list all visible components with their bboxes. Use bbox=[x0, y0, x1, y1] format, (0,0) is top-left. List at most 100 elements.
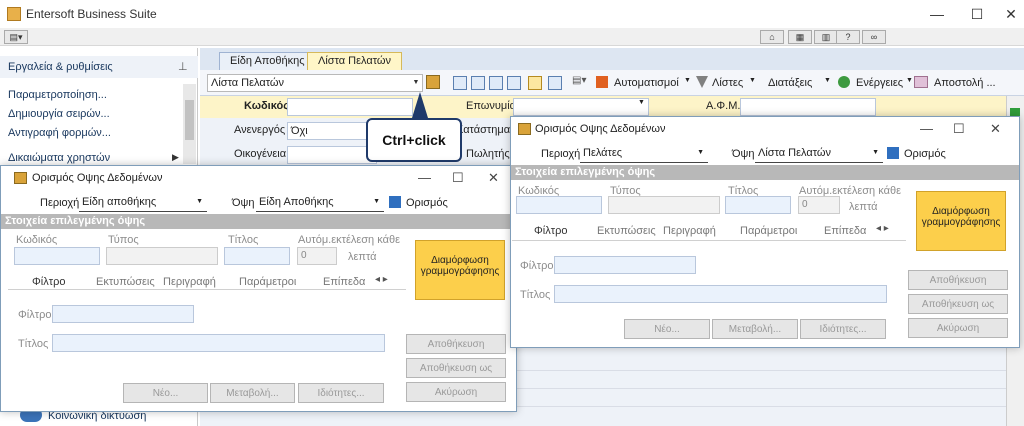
afm-field[interactable] bbox=[740, 98, 876, 116]
close-button[interactable]: ✕ bbox=[990, 121, 1001, 137]
toolbar-icon-1[interactable] bbox=[453, 76, 467, 90]
define-view-icon[interactable] bbox=[426, 75, 440, 89]
automations-menu[interactable]: Αυτοματισμοί bbox=[614, 77, 679, 89]
minimize-button[interactable]: — bbox=[922, 4, 952, 24]
view-select[interactable]: Λίστα Πελατών ▼ bbox=[207, 74, 423, 92]
grid-line bbox=[516, 406, 1006, 407]
tab-warehouse-items[interactable]: Είδη Αποθήκης bbox=[219, 52, 316, 70]
name-field[interactable] bbox=[513, 98, 649, 116]
save-button: Αποθήκευση bbox=[406, 334, 506, 354]
chevron-down-icon: ▼ bbox=[638, 99, 645, 106]
new-button: Νέο... bbox=[624, 319, 710, 339]
actions-icon bbox=[838, 76, 850, 88]
code-label: Κωδικός bbox=[16, 234, 58, 246]
filter-label: Φίλτρο bbox=[520, 260, 554, 272]
left-item-user-rights[interactable]: Δικαιώματα χρηστών bbox=[8, 152, 110, 164]
chevron-right-icon: ▶ bbox=[172, 152, 179, 162]
actions-menu[interactable]: Ενέργειες bbox=[856, 77, 903, 89]
name-label: Επωνυμία bbox=[466, 100, 517, 112]
tab-description: Περιγραφή bbox=[663, 225, 716, 237]
area-label: Περιοχή bbox=[40, 197, 80, 209]
window-layout-icon[interactable]: ▦ bbox=[788, 30, 812, 44]
toolbar-icon-2[interactable] bbox=[471, 76, 485, 90]
tab-underline bbox=[512, 240, 906, 241]
new-button: Νέο... bbox=[123, 383, 208, 403]
code-field[interactable] bbox=[287, 98, 413, 116]
title-field-label: Τίτλος bbox=[520, 289, 551, 301]
type-label: Τύπος bbox=[108, 234, 139, 246]
maximize-button[interactable]: ☐ bbox=[953, 121, 965, 137]
family-field[interactable] bbox=[287, 146, 377, 164]
maximize-button[interactable]: ☐ bbox=[962, 4, 992, 24]
title-text-field bbox=[554, 285, 887, 303]
pin-icon[interactable]: ⊥ bbox=[178, 60, 188, 73]
seller-label: Πωλητής bbox=[466, 148, 510, 160]
tab-customer-list[interactable]: Λίστα Πελατών bbox=[307, 52, 403, 70]
home-icon[interactable]: ⌂ bbox=[760, 30, 784, 44]
close-button[interactable]: ✕ bbox=[996, 4, 1024, 24]
tab-prints: Εκτυπώσεις bbox=[597, 225, 656, 237]
area-select[interactable]: Είδη αποθήκης ▼ bbox=[79, 194, 207, 212]
layouts-menu[interactable]: Διατάξεις bbox=[768, 77, 812, 89]
minimize-button[interactable]: — bbox=[418, 170, 431, 185]
code-field bbox=[14, 247, 100, 265]
area-select[interactable]: Πελάτες ▼ bbox=[580, 145, 708, 163]
grid-line bbox=[516, 370, 1006, 371]
inactive-field[interactable]: Όχι bbox=[287, 122, 377, 140]
send-menu[interactable]: Αποστολή ... bbox=[934, 77, 996, 89]
store-label: Κατάστημα bbox=[456, 124, 511, 136]
toolbar-icon-5[interactable] bbox=[528, 76, 542, 90]
title-label: Τίτλος bbox=[228, 234, 259, 246]
left-panel-scroll-thumb[interactable] bbox=[185, 100, 194, 140]
help-icon[interactable]: ? bbox=[836, 30, 860, 44]
chevron-down-icon: ▼ bbox=[824, 77, 831, 84]
format-layout-label: Διαμόρφωση γραμμογράφησης bbox=[420, 255, 500, 277]
format-layout-button: Διαμόρφωση γραμμογράφησης bbox=[415, 240, 505, 300]
view-label: Όψη bbox=[732, 148, 755, 160]
code-label: Κωδικός bbox=[244, 100, 289, 112]
close-button[interactable]: ✕ bbox=[488, 170, 499, 186]
tab-prints: Εκτυπώσεις bbox=[96, 276, 155, 288]
lists-menu[interactable]: Λίστες bbox=[712, 77, 743, 89]
title-text-field bbox=[52, 334, 385, 352]
minimize-button[interactable]: — bbox=[920, 121, 933, 136]
auto-exec-stepper: 0 bbox=[297, 247, 337, 265]
cancel-button: Ακύρωση bbox=[908, 318, 1008, 338]
filter-field bbox=[554, 256, 696, 274]
callout-pointer bbox=[412, 92, 428, 118]
left-panel-title: Εργαλεία & ρυθμίσεις bbox=[8, 61, 113, 73]
tab-scroll-icon: ◂ ▸ bbox=[876, 223, 889, 234]
chevron-down-icon: ▼ bbox=[373, 198, 380, 205]
filter-icon bbox=[696, 76, 708, 88]
dialog-title: Ορισμός Οψης Δεδομένων bbox=[535, 123, 666, 135]
book-icon[interactable]: ▥ bbox=[814, 30, 838, 44]
view-label: Όψη bbox=[232, 197, 255, 209]
tab-parameters: Παράμετροι bbox=[740, 225, 798, 237]
maximize-button[interactable]: ☐ bbox=[452, 170, 464, 186]
ctrl-click-callout: Ctrl+click bbox=[366, 118, 462, 162]
toolbar-icon-6[interactable] bbox=[548, 76, 562, 90]
tab-levels: Επίπεδα bbox=[824, 225, 867, 237]
link-icon[interactable]: ∞ bbox=[862, 30, 886, 44]
app-menu-button[interactable]: ▤▾ bbox=[4, 30, 28, 44]
filter-field bbox=[52, 305, 194, 323]
toolbar-icon-3[interactable] bbox=[489, 76, 503, 90]
toolbar-icon-4[interactable] bbox=[507, 76, 521, 90]
selected-view-section-header: Στοιχεία επιλεγμένης όψης bbox=[1, 214, 516, 229]
toolbar-icon-7[interactable]: ▤▾ bbox=[572, 75, 586, 86]
left-item-parametrization[interactable]: Παραμετροποίηση... bbox=[8, 89, 107, 101]
define-button[interactable]: Ορισμός bbox=[904, 148, 946, 160]
tab-scroll-icon: ◂ ▸ bbox=[375, 274, 388, 285]
save-button: Αποθήκευση bbox=[908, 270, 1008, 290]
left-item-create-series[interactable]: Δημιουργία σειρών... bbox=[8, 108, 110, 120]
view-select-value: Είδη Αποθήκης bbox=[259, 196, 334, 208]
chevron-down-icon: ▼ bbox=[906, 77, 913, 84]
view-select[interactable]: Είδη Αποθήκης ▼ bbox=[256, 194, 384, 212]
define-button[interactable]: Ορισμός bbox=[406, 197, 448, 209]
left-item-copy-forms[interactable]: Αντιγραφή φορμών... bbox=[8, 127, 111, 139]
chevron-down-icon: ▼ bbox=[412, 79, 420, 86]
minutes-label: λεπτά bbox=[348, 251, 377, 263]
properties-button: Ιδιότητες... bbox=[800, 319, 886, 339]
view-select[interactable]: Λίστα Πελατών ▼ bbox=[755, 145, 883, 163]
area-select-value: Είδη αποθήκης bbox=[82, 196, 157, 208]
